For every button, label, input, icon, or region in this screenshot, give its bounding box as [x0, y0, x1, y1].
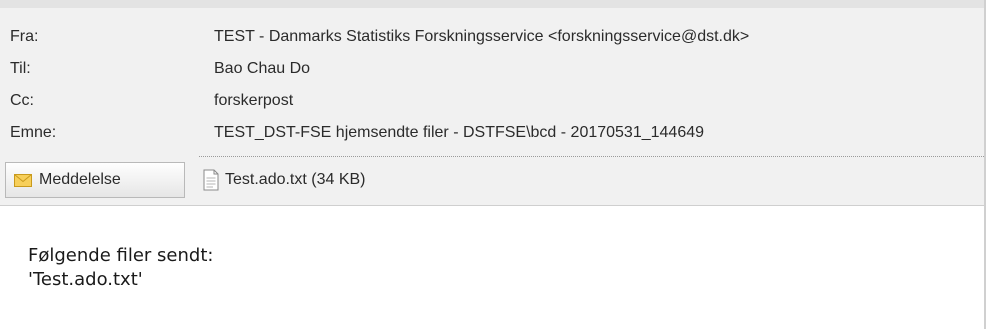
attachment-item[interactable]: Test.ado.txt (34 KB): [199, 162, 376, 198]
subject-value: TEST_DST-FSE hjemsendte filer - DSTFSE\b…: [214, 124, 705, 141]
header-row-to: Til: Bao Chau Do: [10, 57, 986, 81]
header-row-from: Fra: TEST - Danmarks Statistiks Forsknin…: [10, 25, 986, 49]
attachment-label: Test.ado.txt (34 KB): [225, 171, 366, 188]
body-line: 'Test.ado.txt': [28, 269, 143, 290]
tab-message[interactable]: Meddelelse: [5, 162, 185, 198]
message-header: Fra: TEST - Danmarks Statistiks Forsknin…: [0, 0, 986, 206]
message-body: Følgende filer sendt: 'Test.ado.txt': [28, 244, 213, 292]
from-label: Fra:: [10, 28, 39, 45]
attachment-strip: Meddelelse Test.ado.txt (34 KB): [0, 157, 986, 205]
to-value[interactable]: Bao Chau Do: [214, 57, 310, 81]
envelope-icon: [14, 173, 32, 187]
body-line: Følgende filer sendt:: [28, 245, 214, 266]
to-label: Til:: [10, 60, 31, 77]
header-row-subject: Emne: TEST_DST-FSE hjemsendte filer - DS…: [10, 121, 986, 145]
tab-message-label: Meddelelse: [39, 171, 121, 188]
header-top-edge: [0, 0, 986, 8]
header-row-cc: Cc: forskerpost: [10, 89, 986, 113]
subject-label: Emne:: [10, 124, 57, 141]
cc-value[interactable]: forskerpost: [214, 89, 293, 113]
cc-label: Cc:: [10, 92, 34, 109]
from-value[interactable]: TEST - Danmarks Statistiks Forskningsser…: [214, 25, 749, 49]
text-document-icon: [203, 169, 219, 191]
